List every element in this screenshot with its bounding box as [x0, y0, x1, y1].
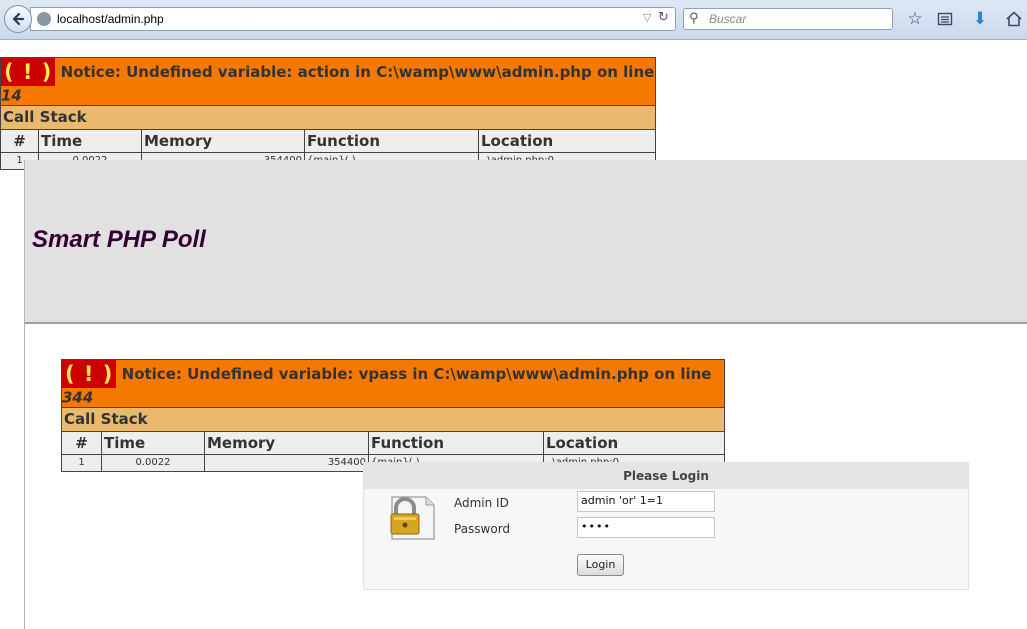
- browser-toolbar: localhost/admin.php ▽ ↻ ⚲ Buscar ☆ ⬇: [0, 0, 1027, 40]
- password-input[interactable]: ••••: [577, 517, 715, 538]
- login-title: Please Login: [364, 463, 968, 489]
- notice-text: Notice: Undefined variable: vpass in C:\…: [121, 365, 712, 383]
- col-time: Time: [38, 128, 142, 153]
- history-dropdown-icon[interactable]: ▽: [643, 11, 651, 24]
- bookmark-star-icon[interactable]: ☆: [905, 9, 925, 29]
- xdebug-notice-vpass: ( ! ) Notice: Undefined variable: vpass …: [61, 359, 725, 472]
- login-button[interactable]: Login: [577, 554, 624, 576]
- call-stack-heading: Call Stack: [0, 104, 656, 130]
- notice-message: ( ! ) Notice: Undefined variable: action…: [0, 57, 656, 106]
- col-memory: Memory: [204, 430, 369, 455]
- back-arrow-icon: [12, 12, 25, 26]
- admin-id-label: Admin ID: [454, 496, 509, 510]
- home-icon[interactable]: [1004, 9, 1024, 29]
- home-glyph: [1006, 11, 1022, 27]
- bookmarks-list-icon[interactable]: [935, 9, 955, 29]
- col-location: Location: [478, 128, 656, 153]
- col-number: #: [0, 128, 39, 153]
- notice-line-number: 344: [62, 388, 94, 407]
- col-location: Location: [543, 430, 725, 455]
- col-memory: Memory: [141, 128, 305, 153]
- reload-icon[interactable]: ↻: [658, 10, 669, 25]
- cell-number: 1: [61, 453, 102, 472]
- address-text[interactable]: localhost/admin.php: [57, 12, 164, 26]
- cell-memory: 354400: [204, 453, 369, 472]
- padlock-icon: [390, 496, 435, 540]
- call-stack-heading: Call Stack: [61, 406, 725, 432]
- col-function: Function: [304, 128, 479, 153]
- page-title: Smart PHP Poll: [32, 226, 206, 253]
- search-box[interactable]: ⚲ Buscar: [683, 8, 893, 30]
- site-header: Smart PHP Poll: [24, 160, 1027, 324]
- search-placeholder: Buscar: [709, 12, 747, 26]
- search-icon: ⚲: [689, 11, 699, 26]
- admin-id-input[interactable]: admin 'or' 1=1: [577, 491, 715, 512]
- col-time: Time: [101, 430, 205, 455]
- notice-line-number: 14: [1, 86, 22, 105]
- downloads-icon[interactable]: ⬇: [970, 9, 990, 29]
- error-icon: ( ! ): [1, 58, 56, 86]
- xdebug-notice-action: ( ! ) Notice: Undefined variable: action…: [0, 57, 656, 170]
- left-divider: [24, 322, 25, 629]
- notice-text: Notice: Undefined variable: action in C:…: [60, 63, 655, 81]
- notice-message: ( ! ) Notice: Undefined variable: vpass …: [61, 359, 725, 408]
- globe-icon: [37, 12, 51, 26]
- col-function: Function: [368, 430, 544, 455]
- col-number: #: [61, 430, 102, 455]
- address-bar[interactable]: localhost/admin.php ▽ ↻: [30, 7, 676, 31]
- error-icon: ( ! ): [62, 360, 117, 388]
- back-button[interactable]: [4, 5, 32, 33]
- bookmarks-list-glyph: [937, 12, 953, 26]
- cell-time: 0.0022: [101, 453, 205, 472]
- password-label: Password: [454, 522, 511, 536]
- login-panel: Please Login Admin ID admin 'or' 1=1 Pas…: [363, 462, 969, 590]
